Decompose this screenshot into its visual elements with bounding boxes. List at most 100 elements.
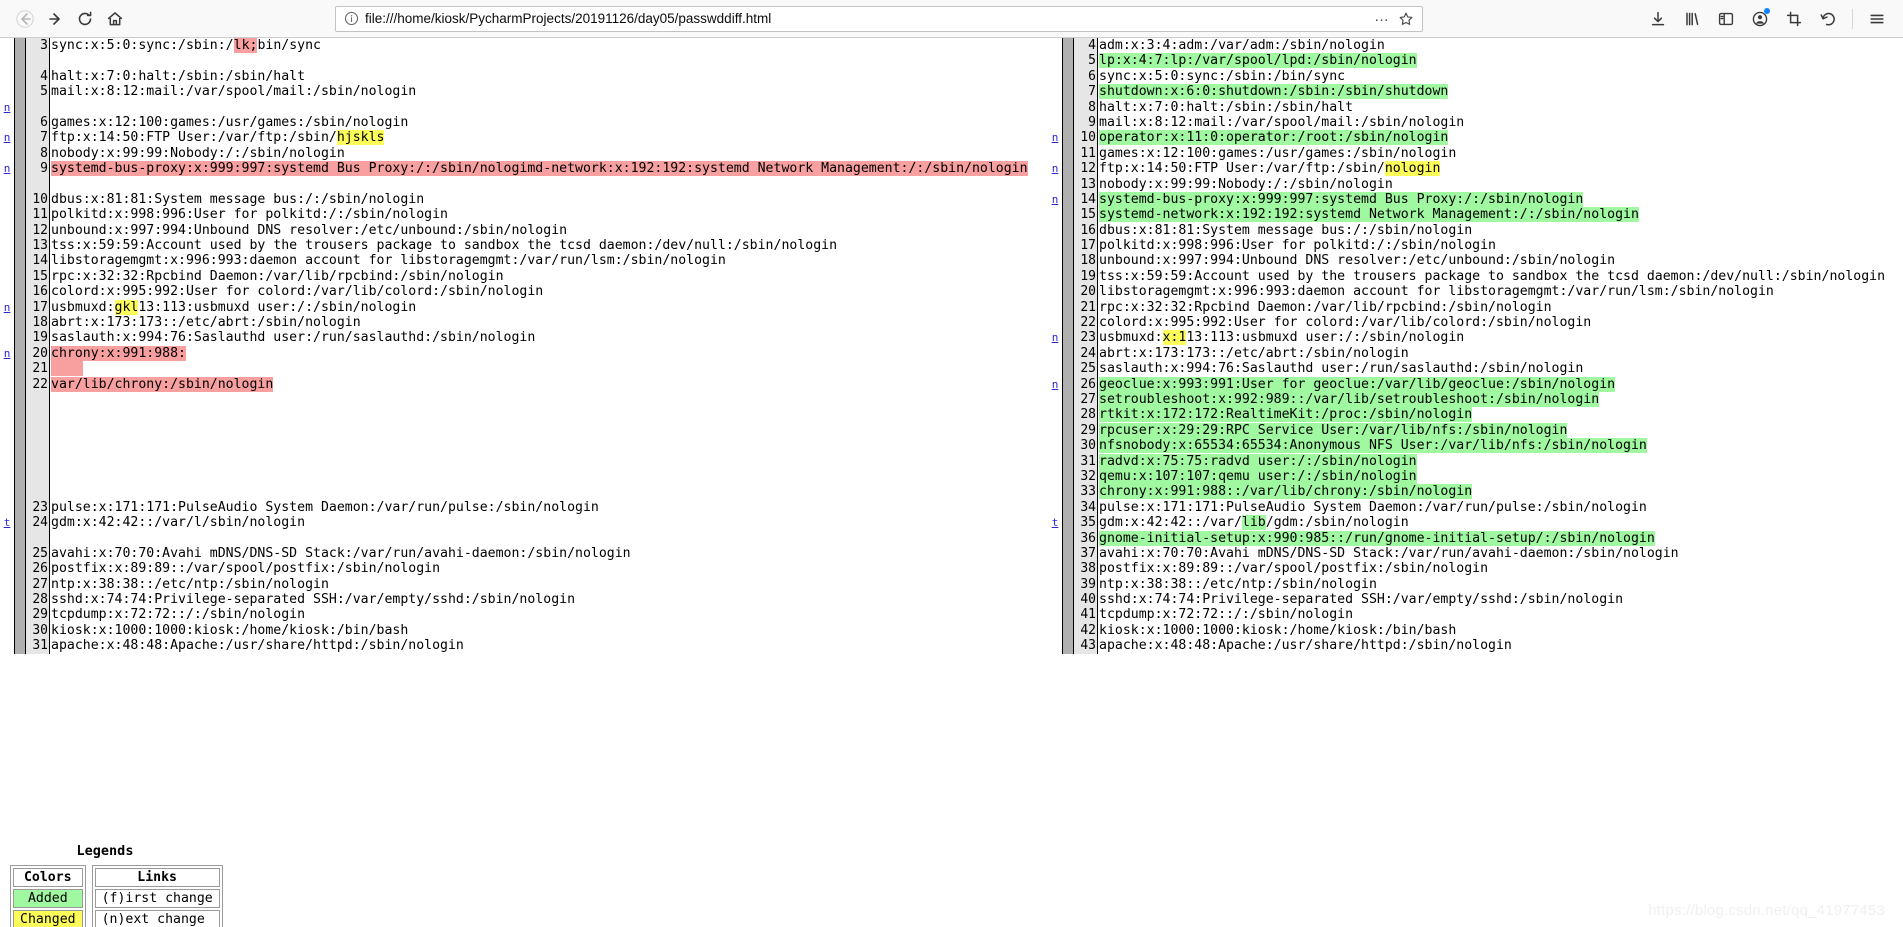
diff-row: n	[0, 99, 1040, 115]
menu-icon[interactable]	[1861, 4, 1893, 34]
diff-gutter-bar	[14, 607, 26, 623]
diff-line-text: chrony:x:991:988:	[50, 345, 1040, 361]
diff-gutter-bar	[1062, 145, 1074, 162]
diff-row: 3 sync:x:5:0:sync:/sbin:/lk;bin/sync	[0, 38, 1040, 54]
diff-gutter-bar	[14, 207, 26, 223]
diff-line-text: systemd-network:x:192:192:systemd Networ…	[1098, 207, 1903, 223]
diff-row: 32 qemu:x:107:107:qemu user:/:/sbin/nolog…	[1048, 468, 1903, 485]
legend-links-table: Links (f)irst change (n)ext change (t)op	[91, 865, 223, 927]
back-button[interactable]	[10, 4, 40, 34]
diff-gutter-bar	[1062, 176, 1074, 192]
diff-row: 33 chrony:x:991:988::/var/lib/chrony:/sbi…	[1048, 484, 1903, 500]
diff-line-text: shutdown:x:6:0:shutdown:/sbin:/sbin/shut…	[1098, 84, 1903, 100]
diff-highlight-add: setroubleshoot:x:992:989::/var/lib/setro…	[1099, 391, 1600, 407]
diff-line-text: dbus:x:81:81:System message bus:/:/sbin/…	[1098, 223, 1903, 238]
home-button[interactable]	[100, 4, 130, 34]
diff-gutter-bar	[1062, 468, 1074, 485]
diff-row: 21 rpc:x:32:32:Rpcbind Daemon:/var/lib/rp…	[1048, 299, 1903, 316]
diff-nav-link-empty	[0, 454, 14, 469]
diff-plain-text: games:x:12:100:games:/usr/games:/sbin/no…	[1099, 145, 1457, 161]
diff-nav-link-empty	[1048, 484, 1062, 499]
diff-nav-link-n[interactable]: n	[0, 300, 14, 315]
sidebar-icon[interactable]	[1710, 4, 1742, 34]
diff-plain-text: nobody:x:99:99:Nobody:/:/sbin/nologin	[1099, 176, 1393, 192]
page-actions-button[interactable]: …	[1370, 8, 1398, 30]
diff-highlight-add: lp:x:4:7:lp:/var/spool/lpd:/sbin/nologin	[1099, 53, 1417, 69]
diff-nav-link-n[interactable]: n	[1048, 377, 1062, 392]
diff-line-text: sshd:x:74:74:Privilege-separated SSH:/va…	[50, 592, 1040, 607]
address-bar[interactable]: file:///home/kiosk/PycharmProjects/20191…	[335, 5, 1423, 32]
diff-gutter-bar	[1062, 268, 1074, 285]
screenshot-icon[interactable]	[1778, 4, 1810, 34]
downloads-icon[interactable]	[1642, 4, 1674, 34]
diff-nav-link-empty	[1048, 253, 1062, 268]
library-icon[interactable]	[1676, 4, 1708, 34]
diff-plain-text: abrt:x:173:173::/etc/abrt:/sbin/nologin	[1099, 345, 1409, 361]
diff-nav-link-n[interactable]: n	[1048, 192, 1062, 207]
diff-gutter-bar	[1062, 207, 1074, 223]
legend-link-first-change[interactable]: (f)irst change	[94, 889, 220, 908]
diff-row: n 12 ftp:x:14:50:FTP User:/var/ftp:/sbin/n…	[1048, 161, 1903, 177]
diff-nav-link-n[interactable]: n	[0, 130, 14, 145]
diff-line-number: 24	[1074, 345, 1098, 362]
diff-line-text: tss:x:59:59:Account used by the trousers…	[50, 238, 1040, 253]
page-info-icon[interactable]	[344, 11, 359, 26]
reload-button[interactable]	[70, 4, 100, 34]
diff-line-number: 18	[26, 315, 50, 331]
legend-colors-table: Colors Added Changed Deleted	[10, 865, 86, 927]
diff-line-number: 5	[26, 84, 50, 100]
diff-row: t 35 gdm:x:42:42::/var/lib/gdm:/sbin/nolog…	[1048, 515, 1903, 531]
diff-nav-link-n[interactable]: n	[1048, 130, 1062, 145]
diff-nav-link-empty	[0, 531, 14, 546]
diff-plain-text: mail:x:8:12:mail:/var/spool/mail:/sbin/n…	[1099, 114, 1465, 130]
diff-line-text: operator:x:11:0:operator:/root:/sbin/nol…	[1098, 130, 1903, 146]
diff-line-text: pulse:x:171:171:PulseAudio System Daemon…	[1098, 500, 1903, 515]
diff-gutter-bar	[1062, 345, 1074, 362]
urlbar-container: file:///home/kiosk/PycharmProjects/20191…	[130, 5, 1628, 32]
diff-plain-text: unbound:x:997:994:Unbound DNS resolver:/…	[1099, 253, 1616, 269]
diff-line-number: 42	[1074, 622, 1098, 639]
diff-plain-text: polkitd:x:998:996:User for polkitd:/:/sb…	[1099, 238, 1496, 254]
undo-close-tab-icon[interactable]	[1812, 4, 1844, 34]
diff-nav-link-n[interactable]: n	[0, 346, 14, 361]
diff-row: 5 lp:x:4:7:lp:/var/spool/lpd:/sbin/nologi…	[1048, 53, 1903, 69]
diff-line-text: postfix:x:89:89::/var/spool/postfix:/sbi…	[1098, 561, 1903, 576]
diff-nav-link-t[interactable]: t	[0, 515, 14, 530]
diff-gutter-bar	[14, 222, 26, 239]
diff-line-text	[50, 469, 1040, 484]
diff-line-number: 34	[1074, 499, 1098, 516]
diff-nav-link-n[interactable]: n	[1048, 161, 1062, 176]
forward-button[interactable]	[40, 4, 70, 34]
diff-gutter-bar	[14, 315, 26, 331]
diff-highlight-chg: x:1	[1162, 330, 1187, 346]
diff-gutter-bar	[14, 515, 26, 531]
diff-nav-link-n[interactable]: n	[0, 100, 14, 115]
diff-row: 26 postfix:x:89:89::/var/spool/postfix:/s…	[0, 561, 1040, 577]
diff-nav-link-empty	[1048, 84, 1062, 99]
legend-link-next-change[interactable]: (n)ext change	[94, 910, 220, 927]
diff-row: 27 setroubleshoot:x:992:989::/var/lib/set…	[1048, 391, 1903, 408]
diff-plain-text: kiosk:x:1000:1000:kiosk:/home/kiosk:/bin…	[51, 622, 409, 638]
diff-line-number: 11	[26, 207, 50, 223]
url-text[interactable]: file:///home/kiosk/PycharmProjects/20191…	[365, 11, 1370, 26]
diff-highlight-add: systemd-bus-proxy:x:999:997:systemd Bus …	[1099, 191, 1584, 207]
diff-line-number: 14	[1074, 191, 1098, 208]
diff-row: 16 colord:x:995:992:User for colord:/var/…	[0, 284, 1040, 300]
diff-nav-link-empty	[0, 177, 14, 192]
bookmark-star-icon[interactable]	[1398, 11, 1416, 27]
diff-nav-link-empty	[0, 438, 14, 453]
diff-gutter-bar	[14, 284, 26, 300]
diff-nav-link-empty	[0, 623, 14, 638]
account-icon[interactable]	[1744, 4, 1776, 34]
diff-gutter-bar	[14, 407, 26, 423]
diff-nav-link-n[interactable]: n	[1048, 330, 1062, 345]
diff-gutter-bar	[1062, 238, 1074, 254]
diff-line-text: unbound:x:997:994:Unbound DNS resolver:/…	[50, 223, 1040, 238]
diff-row: n 17 usbmuxd:gkl13:113:usbmuxd user:/:/sbi…	[0, 299, 1040, 316]
diff-gutter-bar	[14, 545, 26, 562]
diff-gutter-bar	[14, 114, 26, 131]
diff-row: n 7 ftp:x:14:50:FTP User:/var/ftp:/sbin/hj…	[0, 130, 1040, 146]
diff-nav-link-t[interactable]: t	[1048, 515, 1062, 530]
diff-nav-link-n[interactable]: n	[0, 161, 14, 176]
diff-line-text: rtkit:x:172:172:RealtimeKit:/proc:/sbin/…	[1098, 407, 1903, 423]
